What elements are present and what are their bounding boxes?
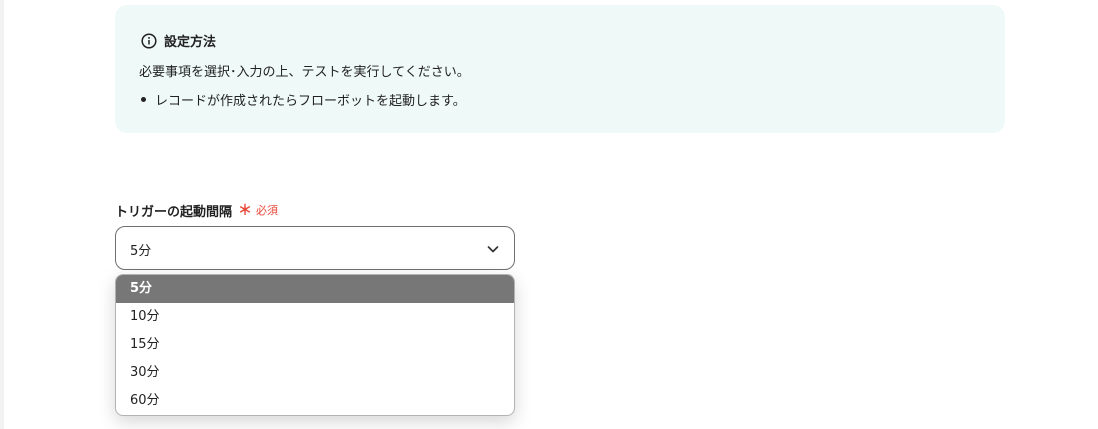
- info-header: 設定方法: [141, 31, 216, 50]
- page: 設定方法 必要事項を選択･入力の上、テストを実行してください。 レコードが作成さ…: [0, 0, 1098, 429]
- option-10min[interactable]: 10分: [116, 303, 514, 331]
- option-15min[interactable]: 15分: [116, 331, 514, 359]
- info-bullet-item: レコードが作成されたらフローボットを起動します。: [139, 90, 466, 109]
- setup-info-box: 設定方法 必要事項を選択･入力の上、テストを実行してください。 レコードが作成さ…: [115, 5, 1005, 133]
- chevron-down-icon: [487, 246, 499, 253]
- bullet-dot-icon: [141, 97, 146, 102]
- required-asterisk: ＊: [238, 203, 253, 219]
- trigger-interval-label-row: トリガーの起動間隔 ＊ 必須: [115, 200, 278, 220]
- trigger-interval-label: トリガーの起動間隔: [115, 204, 233, 220]
- option-60min[interactable]: 60分: [116, 387, 514, 415]
- select-current-value: 5分: [130, 244, 152, 259]
- info-bullet-text: レコードが作成されたらフローボットを起動します。: [155, 94, 466, 109]
- info-description: 必要事項を選択･入力の上、テストを実行してください。: [139, 65, 470, 80]
- info-circle-icon: [141, 32, 157, 49]
- info-title: 設定方法: [164, 35, 217, 50]
- option-5min[interactable]: 5分: [116, 275, 514, 303]
- required-badge: 必須: [256, 204, 279, 217]
- option-30min[interactable]: 30分: [116, 359, 514, 387]
- left-border: [0, 0, 4, 429]
- interval-dropdown-list: 5分 10分 15分 30分 60分: [115, 274, 515, 416]
- trigger-interval-select[interactable]: 5分: [115, 226, 515, 270]
